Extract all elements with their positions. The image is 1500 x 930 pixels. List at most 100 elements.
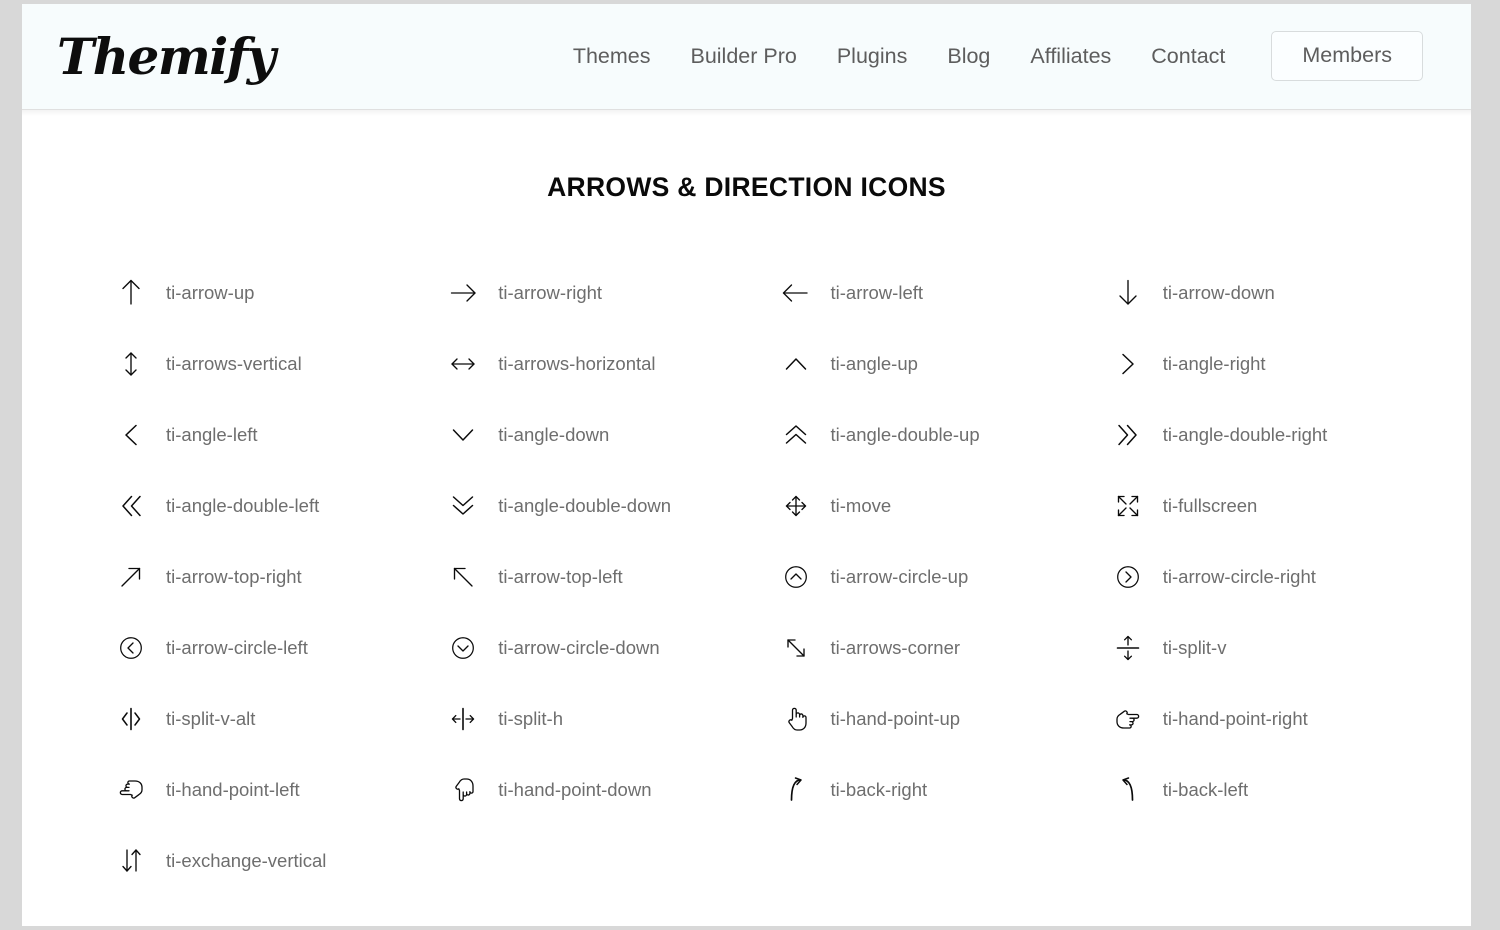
icon-item[interactable]: ti-arrow-circle-left xyxy=(82,612,414,683)
arrow-circle-down-icon xyxy=(442,636,484,660)
split-v-alt-icon xyxy=(110,707,152,731)
icon-item[interactable]: ti-arrows-horizontal xyxy=(414,328,746,399)
icon-item[interactable]: ti-back-left xyxy=(1079,754,1411,825)
icon-item[interactable]: ti-arrow-top-left xyxy=(414,541,746,612)
icon-label: ti-back-right xyxy=(830,778,928,800)
nav-affiliates[interactable]: Affiliates xyxy=(1010,28,1131,84)
icon-item[interactable]: ti-angle-right xyxy=(1079,328,1411,399)
icon-item[interactable]: ti-arrow-up xyxy=(82,257,414,328)
split-h-icon xyxy=(442,707,484,731)
icon-label: ti-arrows-horizontal xyxy=(498,352,656,374)
split-v-icon xyxy=(1107,635,1149,661)
icon-item[interactable]: ti-hand-point-up xyxy=(747,683,1079,754)
angle-double-left-icon xyxy=(110,495,152,517)
arrow-top-right-icon xyxy=(110,566,152,588)
icon-item[interactable]: ti-arrows-corner xyxy=(747,612,1079,683)
icon-item[interactable]: ti-angle-left xyxy=(82,399,414,470)
angle-double-down-icon xyxy=(442,495,484,516)
icon-label: ti-arrow-circle-up xyxy=(830,565,969,587)
icon-label: ti-arrow-left xyxy=(830,281,924,303)
icon-item[interactable]: ti-split-v-alt xyxy=(82,683,414,754)
icon-label: ti-angle-double-right xyxy=(1162,423,1328,445)
angle-left-icon xyxy=(110,424,152,446)
icon-label: ti-hand-point-left xyxy=(166,778,300,800)
icon-item[interactable]: ti-arrow-circle-down xyxy=(414,612,746,683)
move-icon xyxy=(775,494,817,518)
nav-contact[interactable]: Contact xyxy=(1131,28,1245,84)
arrow-up-icon xyxy=(110,279,152,306)
icon-item[interactable]: ti-hand-point-down xyxy=(414,754,746,825)
back-left-icon xyxy=(1107,776,1149,803)
nav-plugins[interactable]: Plugins xyxy=(817,28,928,84)
icon-label: ti-split-v xyxy=(1162,636,1227,658)
icon-label: ti-split-h xyxy=(498,707,564,729)
arrow-down-icon xyxy=(1107,279,1149,306)
icon-item[interactable]: ti-exchange-vertical xyxy=(82,825,414,896)
hand-point-right-icon xyxy=(1107,706,1149,732)
icon-label: ti-arrow-right xyxy=(498,281,603,303)
icon-item[interactable]: ti-arrow-left xyxy=(747,257,1079,328)
icon-label: ti-angle-double-down xyxy=(498,494,672,516)
icon-item[interactable]: ti-arrows-vertical xyxy=(82,328,414,399)
icon-label: ti-move xyxy=(830,494,892,516)
icon-item[interactable]: ti-hand-point-left xyxy=(82,754,414,825)
icon-item[interactable]: ti-fullscreen xyxy=(1079,470,1411,541)
hand-point-left-icon xyxy=(110,777,152,803)
icon-label: ti-angle-left xyxy=(166,423,258,445)
arrow-circle-right-icon xyxy=(1107,565,1149,589)
angle-down-icon xyxy=(442,427,484,443)
icon-label: ti-arrows-vertical xyxy=(166,352,302,374)
exchange-vertical-icon xyxy=(110,847,152,874)
icon-item[interactable]: ti-arrow-top-right xyxy=(82,541,414,612)
arrows-vertical-icon xyxy=(110,351,152,377)
back-right-icon xyxy=(775,776,817,803)
icon-item[interactable]: ti-arrow-circle-right xyxy=(1079,541,1411,612)
icon-item[interactable]: ti-angle-double-down xyxy=(414,470,746,541)
icon-item[interactable]: ti-hand-point-right xyxy=(1079,683,1411,754)
icon-item[interactable]: ti-move xyxy=(747,470,1079,541)
icon-label: ti-arrow-circle-down xyxy=(498,636,660,658)
icon-label: ti-back-left xyxy=(1162,778,1249,800)
icon-item[interactable]: ti-angle-double-right xyxy=(1079,399,1411,470)
angle-right-icon xyxy=(1107,353,1149,375)
icon-item[interactable]: ti-arrow-down xyxy=(1079,257,1411,328)
arrow-left-icon xyxy=(775,282,817,304)
angle-double-up-icon xyxy=(775,424,817,445)
nav-blog[interactable]: Blog xyxy=(927,28,1010,84)
arrow-top-left-icon xyxy=(442,566,484,588)
icon-label: ti-hand-point-down xyxy=(498,778,652,800)
icon-label: ti-angle-double-left xyxy=(166,494,320,516)
icon-label: ti-arrow-down xyxy=(1162,281,1275,303)
icon-label: ti-angle-up xyxy=(830,352,918,374)
icon-label: ti-angle-right xyxy=(1162,352,1266,374)
fullscreen-icon xyxy=(1107,494,1149,518)
icon-label: ti-arrow-circle-right xyxy=(1162,565,1316,587)
icon-label: ti-exchange-vertical xyxy=(166,849,327,871)
icon-label: ti-arrow-circle-left xyxy=(166,636,308,658)
icon-label: ti-arrow-up xyxy=(166,281,255,303)
icon-item[interactable]: ti-arrow-right xyxy=(414,257,746,328)
icon-item[interactable]: ti-angle-down xyxy=(414,399,746,470)
nav-builder-pro[interactable]: Builder Pro xyxy=(670,28,816,84)
icon-item[interactable]: ti-arrow-circle-up xyxy=(747,541,1079,612)
icon-item[interactable]: ti-angle-double-up xyxy=(747,399,1079,470)
members-button[interactable]: Members xyxy=(1271,31,1423,81)
angle-up-icon xyxy=(775,356,817,372)
icon-label: ti-hand-point-up xyxy=(830,707,961,729)
icon-label: ti-arrows-corner xyxy=(830,636,961,658)
main-navigation: Themes Builder Pro Plugins Blog Affiliates Co… xyxy=(553,28,1423,84)
icon-label: ti-angle-down xyxy=(498,423,610,445)
nav-themes[interactable]: Themes xyxy=(553,28,671,84)
icon-label: ti-split-v-alt xyxy=(166,707,256,729)
arrows-corner-icon xyxy=(775,637,817,659)
icon-item[interactable]: ti-back-right xyxy=(747,754,1079,825)
icon-item[interactable]: ti-split-h xyxy=(414,683,746,754)
hand-point-up-icon xyxy=(775,706,817,732)
arrow-right-icon xyxy=(442,282,484,304)
icon-label: ti-fullscreen xyxy=(1162,494,1258,516)
icon-item[interactable]: ti-angle-up xyxy=(747,328,1079,399)
site-logo[interactable]: Themify xyxy=(57,24,276,90)
arrow-circle-left-icon xyxy=(110,636,152,660)
icon-item[interactable]: ti-split-v xyxy=(1079,612,1411,683)
icon-item[interactable]: ti-angle-double-left xyxy=(82,470,414,541)
